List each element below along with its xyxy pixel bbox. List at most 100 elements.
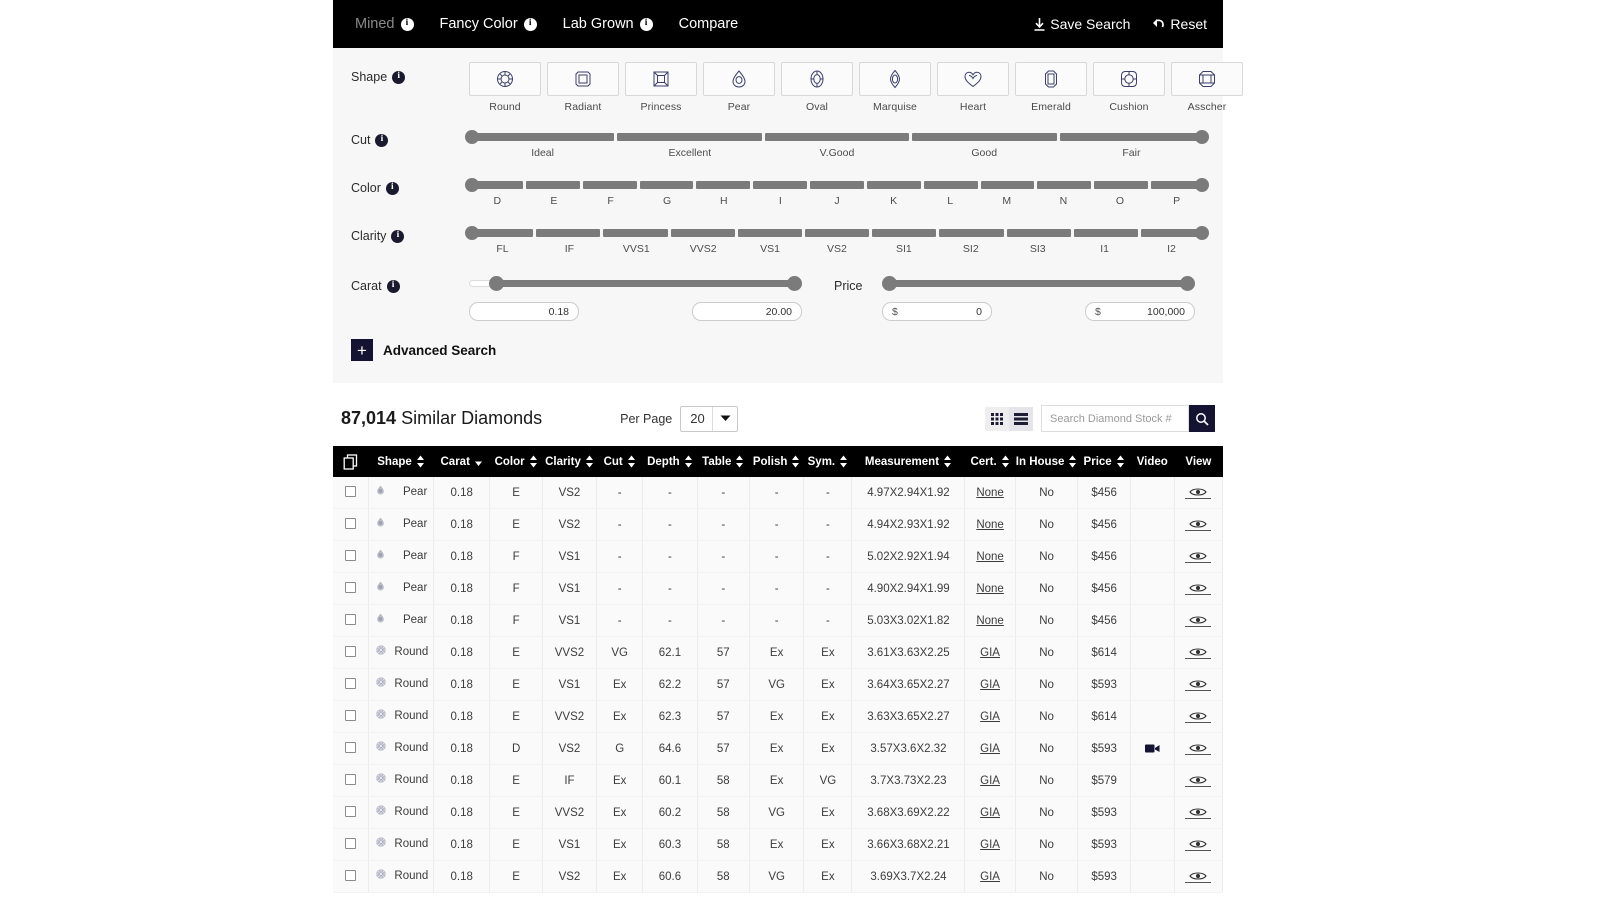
row-view-cell[interactable]: [1174, 764, 1224, 797]
row-checkbox-cell[interactable]: [333, 572, 370, 605]
sort-toggle-icon[interactable]: [839, 455, 848, 468]
table-header-price[interactable]: Price: [1077, 446, 1131, 477]
row-cert-cell[interactable]: None: [964, 540, 1016, 573]
info-icon[interactable]: i: [392, 70, 406, 84]
table-header-measurement[interactable]: Measurement: [851, 446, 965, 477]
shape-option-box[interactable]: [859, 62, 931, 96]
shape-option-cushion[interactable]: Cushion: [1093, 62, 1165, 113]
sort-toggle-icon[interactable]: [585, 455, 594, 468]
shape-option-box[interactable]: [547, 62, 619, 96]
eye-icon[interactable]: [1189, 775, 1208, 785]
shape-option-round[interactable]: Round: [469, 62, 541, 113]
shape-option-box[interactable]: [1171, 62, 1243, 96]
row-checkbox-cell[interactable]: [333, 796, 370, 829]
eye-icon[interactable]: [1189, 647, 1208, 657]
row-checkbox[interactable]: [345, 613, 357, 625]
list-view-button[interactable]: [1009, 406, 1033, 431]
row-checkbox[interactable]: [345, 549, 357, 561]
row-cert-cell[interactable]: None: [964, 572, 1016, 605]
sort-toggle-icon[interactable]: [416, 455, 425, 468]
eye-icon[interactable]: [1189, 679, 1208, 689]
row-cert-link[interactable]: GIA: [980, 743, 1000, 755]
row-cert-link[interactable]: None: [976, 583, 1004, 595]
row-view-cell[interactable]: [1174, 508, 1224, 541]
row-cert-cell[interactable]: GIA: [964, 860, 1016, 893]
info-icon[interactable]: i: [385, 181, 399, 195]
table-row[interactable]: Round 0.18 E IF Ex 60.1 58 Ex VG 3.7X3.7…: [333, 764, 1224, 797]
sort-desc-icon[interactable]: [474, 456, 483, 468]
shape-option-asscher[interactable]: Asscher: [1171, 62, 1243, 113]
table-header-clarity[interactable]: Clarity: [542, 446, 597, 477]
view-eye-button[interactable]: [1185, 583, 1212, 595]
row-checkbox[interactable]: [345, 869, 357, 881]
row-view-cell[interactable]: [1174, 540, 1224, 573]
view-eye-button[interactable]: [1185, 839, 1212, 851]
info-icon[interactable]: i: [400, 17, 414, 31]
row-cert-link[interactable]: GIA: [980, 871, 1000, 883]
row-cert-cell[interactable]: None: [964, 508, 1016, 541]
view-eye-button[interactable]: [1185, 551, 1212, 563]
row-cert-link[interactable]: None: [976, 615, 1004, 627]
price-min-input[interactable]: $ 0: [882, 302, 992, 321]
shape-option-oval[interactable]: Oval: [781, 62, 853, 113]
shape-option-box[interactable]: [781, 62, 853, 96]
sort-toggle-icon[interactable]: [627, 455, 636, 468]
table-header-cert[interactable]: Cert.: [964, 446, 1016, 477]
grid-view-button[interactable]: [985, 406, 1009, 431]
row-view-cell[interactable]: [1174, 636, 1224, 669]
row-checkbox-cell[interactable]: [333, 508, 370, 541]
eye-icon[interactable]: [1189, 583, 1208, 593]
view-eye-button[interactable]: [1185, 743, 1212, 755]
search-submit-button[interactable]: [1189, 405, 1215, 432]
table-row[interactable]: Pear 0.18 F VS1 - - - - - 5.02X2.92X1.94…: [333, 540, 1224, 573]
eye-icon[interactable]: [1189, 807, 1208, 817]
info-icon[interactable]: i: [386, 279, 400, 293]
view-eye-button[interactable]: [1185, 807, 1212, 819]
table-row[interactable]: Round 0.18 E VS2 Ex 60.6 58 VG Ex 3.69X3…: [333, 860, 1224, 893]
row-cert-link[interactable]: None: [976, 487, 1004, 499]
shape-option-emerald[interactable]: Emerald: [1015, 62, 1087, 113]
carat-slider[interactable]: [469, 276, 802, 291]
table-row[interactable]: Round 0.18 E VVS2 Ex 60.2 58 VG Ex 3.68X…: [333, 796, 1224, 829]
row-view-cell[interactable]: [1174, 700, 1224, 733]
shape-option-box[interactable]: [625, 62, 697, 96]
view-eye-button[interactable]: [1185, 487, 1212, 499]
shape-option-box[interactable]: [937, 62, 1009, 96]
row-cert-link[interactable]: GIA: [980, 647, 1000, 659]
row-checkbox[interactable]: [345, 645, 357, 657]
row-cert-link[interactable]: GIA: [980, 807, 1000, 819]
view-eye-button[interactable]: [1185, 679, 1212, 691]
table-row[interactable]: Pear 0.18 F VS1 - - - - - 4.90X2.94X1.99…: [333, 572, 1224, 605]
eye-icon[interactable]: [1189, 871, 1208, 881]
row-view-cell[interactable]: [1174, 477, 1224, 509]
clarity-slider-handle-max[interactable]: [1195, 226, 1209, 240]
shape-option-princess[interactable]: Princess: [625, 62, 697, 113]
row-checkbox-cell[interactable]: [333, 764, 370, 797]
eye-icon[interactable]: [1189, 839, 1208, 849]
eye-icon[interactable]: [1189, 551, 1208, 561]
info-icon[interactable]: i: [523, 17, 537, 31]
table-row[interactable]: Pear 0.18 E VS2 - - - - - 4.94X2.93X1.92…: [333, 508, 1224, 541]
table-row[interactable]: Round 0.18 E VVS2 VG 62.1 57 Ex Ex 3.61X…: [333, 636, 1224, 669]
row-cert-link[interactable]: None: [976, 551, 1004, 563]
row-checkbox[interactable]: [345, 773, 357, 785]
row-cert-cell[interactable]: GIA: [964, 732, 1016, 765]
table-select-all-header[interactable]: [333, 446, 369, 477]
row-checkbox-cell[interactable]: [333, 860, 370, 893]
carat-min-input[interactable]: 0.18: [469, 302, 579, 321]
search-stock-input[interactable]: Search Diamond Stock #: [1041, 405, 1189, 432]
sort-toggle-icon[interactable]: [1068, 455, 1077, 468]
row-checkbox-cell[interactable]: [333, 540, 370, 573]
eye-icon[interactable]: [1189, 519, 1208, 529]
row-view-cell[interactable]: [1174, 668, 1224, 701]
price-slider-handle-min[interactable]: [882, 276, 897, 291]
row-checkbox-cell[interactable]: [333, 604, 370, 637]
video-camera-icon[interactable]: [1144, 743, 1160, 754]
shape-option-radiant[interactable]: Radiant: [547, 62, 619, 113]
row-checkbox-cell[interactable]: [333, 700, 370, 733]
row-view-cell[interactable]: [1174, 732, 1224, 765]
eye-icon[interactable]: [1189, 615, 1208, 625]
row-checkbox[interactable]: [345, 741, 357, 753]
view-eye-button[interactable]: [1185, 711, 1212, 723]
table-header-polish[interactable]: Polish: [749, 446, 804, 477]
